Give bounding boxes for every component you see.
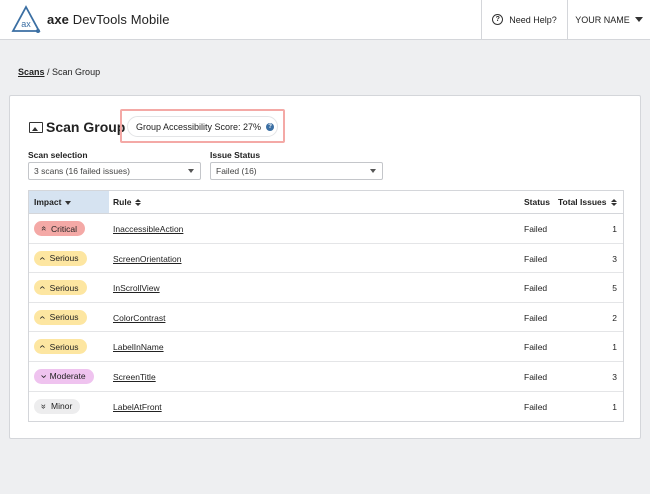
impact-badge-minor: » Minor <box>34 398 81 414</box>
total-issues-cell: 1 <box>612 401 617 412</box>
impact-label: Serious <box>49 341 79 352</box>
table-row[interactable]: › Serious ScreenOrientation Failed 3 <box>29 244 623 274</box>
score-highlight: Group Accessibility Score: 27% ? <box>120 109 285 143</box>
rule-link[interactable]: LabelAtFront <box>113 402 162 412</box>
status-cell: Failed <box>524 312 548 323</box>
table-row[interactable]: › Serious LabelInName Failed 1 <box>29 332 623 362</box>
impact-label: Serious <box>49 312 79 323</box>
impact-label: Critical <box>51 223 77 234</box>
chevron-up-icon: › <box>36 256 49 260</box>
total-issues-cell: 5 <box>612 283 617 294</box>
rule-link[interactable]: ColorContrast <box>113 313 165 323</box>
rule-link[interactable]: ScreenOrientation <box>113 254 182 264</box>
double-chevron-down-icon: » <box>39 403 50 409</box>
status-cell: Failed <box>524 342 548 353</box>
sort-descending-icon <box>65 201 72 205</box>
impact-badge-serious: › Serious <box>34 339 87 355</box>
total-issues-cell: 3 <box>612 253 617 264</box>
total-issues-column-header[interactable]: Total Issues <box>558 191 617 213</box>
impact-badge-serious: › Serious <box>34 309 87 325</box>
impact-header-label: Impact <box>34 197 62 207</box>
status-cell: Failed <box>524 253 548 264</box>
rule-link[interactable]: InaccessibleAction <box>113 224 183 234</box>
rule-link[interactable]: InScrollView <box>113 283 160 293</box>
impact-badge-serious: › Serious <box>34 250 87 266</box>
app-title-bold: axe <box>47 12 69 27</box>
impact-label: Serious <box>49 282 79 293</box>
help-icon: ? <box>492 14 504 25</box>
status-cell: Failed <box>524 371 548 382</box>
total-issues-cell: 1 <box>612 224 617 234</box>
status-header-label: Status <box>524 197 550 207</box>
info-icon[interactable]: ? <box>266 122 275 131</box>
need-help-button[interactable]: ? Need Help? <box>481 0 567 39</box>
impact-label: Moderate <box>49 371 86 382</box>
chevron-up-icon: › <box>36 315 49 320</box>
caret-down-icon <box>634 17 643 22</box>
impact-badge-moderate: › Moderate <box>34 368 94 384</box>
axe-logo-icon[interactable]: ax <box>11 5 41 35</box>
page-title: Scan Group <box>46 119 126 135</box>
sort-icon <box>610 198 617 206</box>
rule-column-header[interactable]: Rule <box>113 191 142 213</box>
table-row[interactable]: › Serious ColorContrast Failed 2 <box>29 303 623 333</box>
logo-text: ax <box>21 19 31 29</box>
issue-status-value: Failed (16) <box>216 166 257 176</box>
accessibility-score-label: Group Accessibility Score: 27% <box>136 121 262 132</box>
impact-label: Serious <box>49 253 79 264</box>
issue-status-label: Issue Status <box>210 150 261 160</box>
breadcrumb: Scans / Scan Group <box>18 67 100 77</box>
top-bar: ax axe DevTools Mobile ? Need Help? YOUR… <box>0 0 650 40</box>
table-header: Impact Rule Status Total Issues <box>29 191 623 214</box>
breadcrumb-current: Scan Group <box>52 67 101 77</box>
image-gallery-icon <box>29 122 43 133</box>
user-name-label: YOUR NAME <box>575 14 630 25</box>
table-body: » Critical InaccessibleAction Failed 1 › Serio… <box>29 214 623 421</box>
scan-group-card: Scan Group Group Accessibility Score: 27… <box>9 95 641 439</box>
impact-badge-serious: › Serious <box>34 280 87 296</box>
issue-status-dropdown[interactable]: Failed (16) <box>210 162 383 180</box>
scan-selection-label: Scan selection <box>28 150 88 160</box>
impact-label: Minor <box>51 401 73 412</box>
chevron-up-icon: › <box>36 285 49 290</box>
issues-table: Impact Rule Status Total Issues » Critica… <box>28 190 624 423</box>
impact-column-header[interactable]: Impact <box>29 191 109 213</box>
status-cell: Failed <box>524 401 548 412</box>
total-issues-header-label: Total Issues <box>558 197 607 207</box>
total-issues-cell: 2 <box>612 312 617 323</box>
rule-link[interactable]: ScreenTitle <box>113 372 156 382</box>
dropdown-arrow-icon <box>370 169 376 173</box>
total-issues-cell: 3 <box>612 371 617 382</box>
breadcrumb-link-scans[interactable]: Scans <box>18 67 45 77</box>
table-row[interactable]: › Serious InScrollView Failed 5 <box>29 273 623 303</box>
scan-selection-value: 3 scans (16 failed issues) <box>34 166 130 176</box>
table-row[interactable]: » Critical InaccessibleAction Failed 1 <box>29 214 623 244</box>
rule-header-label: Rule <box>113 197 132 207</box>
table-row[interactable]: » Minor LabelAtFront Failed 1 <box>29 392 623 422</box>
chevron-up-icon: › <box>36 345 49 349</box>
app-title-rest: DevTools Mobile <box>72 12 170 27</box>
total-issues-cell: 1 <box>612 342 617 353</box>
scan-selection-dropdown[interactable]: 3 scans (16 failed issues) <box>28 162 201 180</box>
sort-icon <box>135 198 142 206</box>
status-cell: Failed <box>524 283 548 294</box>
status-cell: Failed <box>524 224 548 234</box>
accessibility-score-badge: Group Accessibility Score: 27% ? <box>127 116 278 137</box>
impact-badge-critical: » Critical <box>34 221 85 236</box>
user-menu-button[interactable]: YOUR NAME <box>567 0 650 39</box>
double-chevron-up-icon: » <box>38 225 49 232</box>
chevron-down-icon: › <box>37 374 50 379</box>
table-row[interactable]: › Moderate ScreenTitle Failed 3 <box>29 362 623 392</box>
status-column-header: Status <box>524 191 550 213</box>
need-help-label: Need Help? <box>509 14 557 25</box>
dropdown-arrow-icon <box>188 169 194 173</box>
rule-link[interactable]: LabelInName <box>113 342 164 352</box>
breadcrumb-separator: / <box>44 67 53 77</box>
app-title: axe DevTools Mobile <box>47 12 170 27</box>
